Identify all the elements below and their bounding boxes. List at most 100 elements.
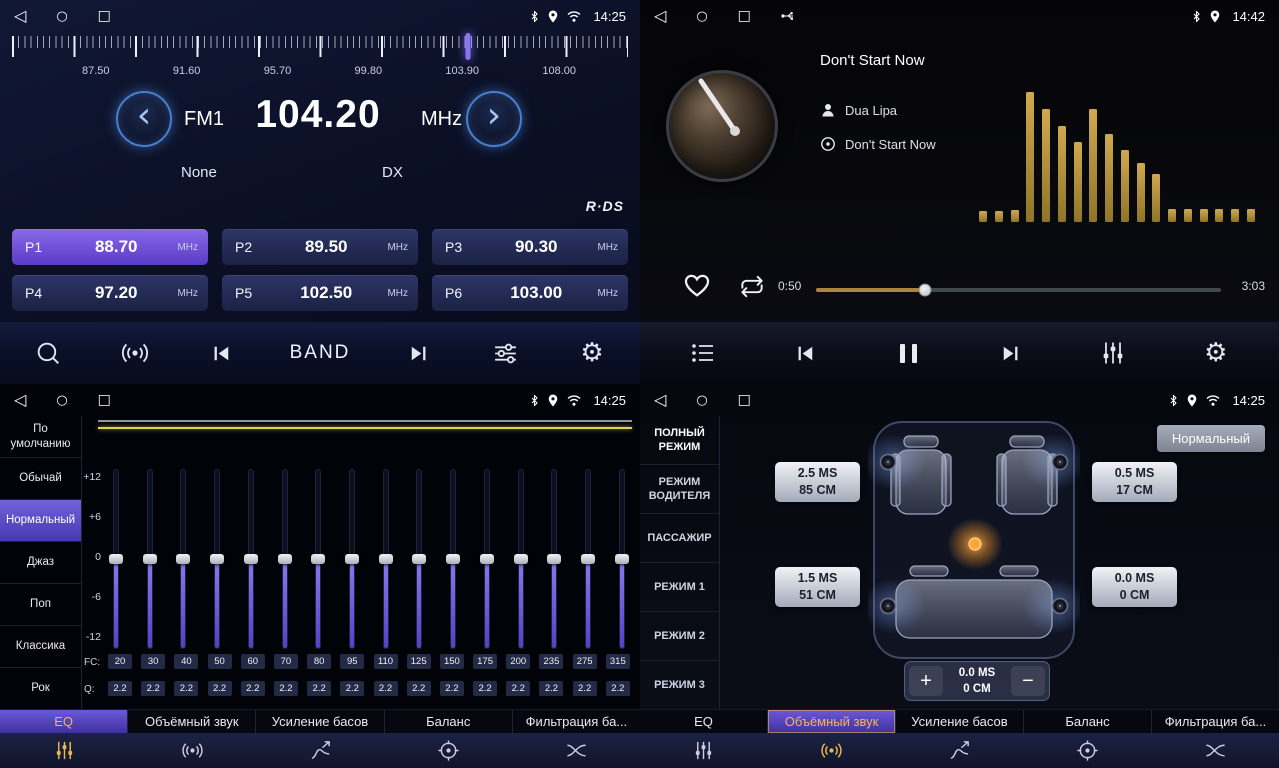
repeat-icon[interactable]	[737, 274, 767, 304]
eq-preset-item[interactable]: Обычай	[0, 458, 81, 500]
settings-gear-icon[interactable]: ⚙	[574, 340, 610, 366]
progress-knob[interactable]	[919, 284, 932, 297]
settings-tab[interactable]: Объёмный звук	[768, 710, 896, 733]
eq-preset-item[interactable]: Рок	[0, 668, 81, 710]
listening-mode-item[interactable]: РЕЖИМ 1	[640, 563, 719, 612]
frequency-ruler[interactable]	[12, 36, 628, 62]
delay-increase-button[interactable]: +	[909, 666, 943, 696]
eq-preset-item[interactable]: По умолчанию	[0, 416, 81, 458]
listening-mode-item[interactable]: РЕЖИМ 3	[640, 661, 719, 710]
balance-tab-icon[interactable]	[1023, 739, 1151, 762]
slider-knob[interactable]	[345, 554, 359, 564]
previous-track-icon[interactable]	[203, 340, 239, 367]
settings-tab[interactable]: Баланс	[1024, 710, 1152, 733]
nav-home-icon[interactable]: ○	[56, 10, 67, 23]
slider-knob[interactable]	[446, 554, 460, 564]
slider-knob[interactable]	[244, 554, 258, 564]
slider-knob[interactable]	[278, 554, 292, 564]
nav-back-icon[interactable]: ◁	[14, 392, 26, 408]
slider-knob[interactable]	[412, 554, 426, 564]
nav-recent-icon[interactable]: □	[98, 9, 111, 23]
eq-band-slider[interactable]	[411, 470, 427, 648]
listening-mode-item[interactable]: РЕЖИМ 2	[640, 612, 719, 661]
settings-gear-icon[interactable]: ⚙	[1198, 340, 1234, 366]
surround-tab-icon[interactable]	[768, 739, 896, 762]
bass-boost-tab-icon[interactable]	[896, 739, 1024, 762]
mixer-icon[interactable]	[1095, 339, 1131, 367]
next-track-icon[interactable]	[401, 340, 437, 367]
listening-mode-item[interactable]: ПАССАЖИР	[640, 514, 719, 563]
eq-tab-icon[interactable]	[0, 739, 128, 762]
slider-knob[interactable]	[581, 554, 595, 564]
preset-button[interactable]: P5 102.50 MHz	[222, 275, 418, 311]
eq-band-slider[interactable]	[142, 470, 158, 648]
eq-band-slider[interactable]	[209, 470, 225, 648]
slider-knob[interactable]	[615, 554, 629, 564]
settings-tab[interactable]: Усиление басов	[256, 710, 384, 733]
preset-button[interactable]: P4 97.20 MHz	[12, 275, 208, 311]
eq-band-slider[interactable]	[479, 470, 495, 648]
eq-band-slider[interactable]	[445, 470, 461, 648]
nav-back-icon[interactable]: ◁	[14, 8, 26, 24]
slider-knob[interactable]	[514, 554, 528, 564]
next-track-icon[interactable]	[993, 340, 1029, 367]
pause-icon[interactable]	[890, 344, 926, 363]
favorite-heart-icon[interactable]	[682, 271, 712, 303]
delay-front-left[interactable]: 2.5 MS 85 CM	[775, 462, 860, 502]
listening-mode-item[interactable]: РЕЖИМ ВОДИТЕЛЯ	[640, 465, 719, 514]
nav-recent-icon[interactable]: □	[738, 393, 751, 407]
eq-preset-item[interactable]: Поп	[0, 584, 81, 626]
settings-tab[interactable]: Баланс	[385, 710, 513, 733]
scan-icon[interactable]	[30, 339, 66, 368]
nav-back-icon[interactable]: ◁	[654, 8, 666, 24]
slider-knob[interactable]	[143, 554, 157, 564]
delay-rear-right[interactable]: 0.0 MS 0 CM	[1092, 567, 1177, 607]
slider-knob[interactable]	[109, 554, 123, 564]
field-preset-button[interactable]: Нормальный	[1157, 425, 1265, 452]
filter-tab-icon[interactable]	[1151, 739, 1279, 762]
surround-tab-icon[interactable]	[128, 739, 256, 762]
eq-band-slider[interactable]	[344, 470, 360, 648]
eq-band-slider[interactable]	[310, 470, 326, 648]
nav-home-icon[interactable]: ○	[56, 394, 67, 407]
settings-tab[interactable]: EQ	[0, 710, 128, 733]
preset-button[interactable]: P6 103.00 MHz	[432, 275, 628, 311]
playlist-icon[interactable]	[685, 339, 721, 367]
nav-back-icon[interactable]: ◁	[654, 392, 666, 408]
nav-recent-icon[interactable]: □	[98, 393, 111, 407]
delay-rear-left[interactable]: 1.5 MS 51 CM	[775, 567, 860, 607]
preset-button[interactable]: P1 88.70 MHz	[12, 229, 208, 265]
eq-preset-item[interactable]: Нормальный	[0, 500, 81, 542]
slider-knob[interactable]	[547, 554, 561, 564]
settings-tab[interactable]: Фильтрация ба...	[513, 710, 640, 733]
progress-slider[interactable]	[816, 283, 1221, 297]
settings-tab[interactable]: EQ	[640, 710, 768, 733]
broadcast-icon[interactable]	[117, 338, 153, 368]
eq-band-slider[interactable]	[580, 470, 596, 648]
eq-band-slider[interactable]	[378, 470, 394, 648]
previous-track-icon[interactable]	[788, 340, 824, 367]
tune-down-button[interactable]: ‹	[116, 91, 172, 147]
eq-tab-icon[interactable]	[640, 739, 768, 762]
balance-tab-icon[interactable]	[384, 739, 512, 762]
settings-tab[interactable]: Фильтрация ба...	[1152, 710, 1279, 733]
nav-recent-icon[interactable]: □	[738, 9, 751, 23]
tune-settings-icon[interactable]	[487, 339, 523, 368]
eq-band-slider[interactable]	[243, 470, 259, 648]
band-button[interactable]: BAND	[290, 342, 351, 364]
settings-tab[interactable]: Объёмный звук	[128, 710, 256, 733]
listening-mode-item[interactable]: ПОЛНЫЙ РЕЖИМ	[640, 416, 719, 465]
preset-button[interactable]: P3 90.30 MHz	[432, 229, 628, 265]
slider-knob[interactable]	[210, 554, 224, 564]
preset-button[interactable]: P2 89.50 MHz	[222, 229, 418, 265]
nav-home-icon[interactable]: ○	[696, 10, 707, 23]
eq-preset-item[interactable]: Джаз	[0, 542, 81, 584]
settings-tab[interactable]: Усиление басов	[896, 710, 1024, 733]
nav-home-icon[interactable]: ○	[696, 394, 707, 407]
slider-knob[interactable]	[379, 554, 393, 564]
eq-preset-item[interactable]: Классика	[0, 626, 81, 668]
eq-band-slider[interactable]	[108, 470, 124, 648]
eq-band-slider[interactable]	[546, 470, 562, 648]
bass-boost-tab-icon[interactable]	[256, 739, 384, 762]
tune-up-button[interactable]: ›	[466, 91, 522, 147]
